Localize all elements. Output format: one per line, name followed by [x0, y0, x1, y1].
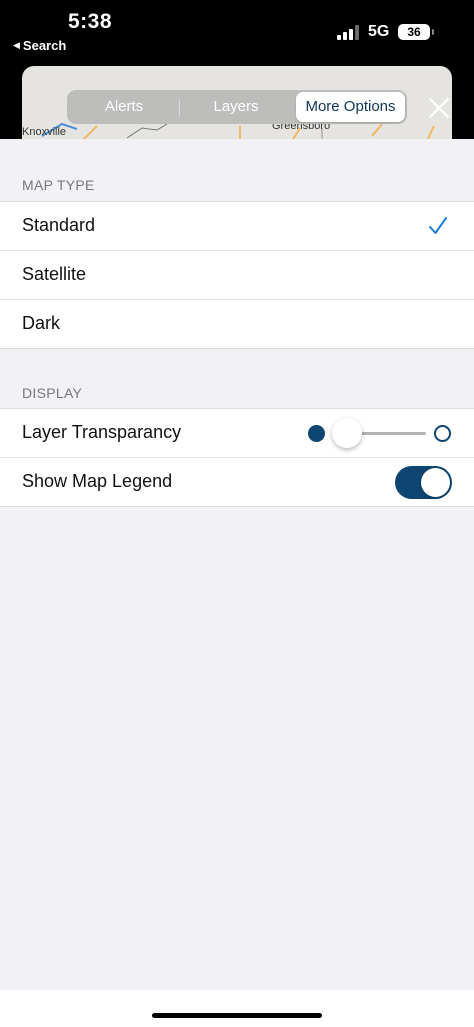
opaque-endpoint-icon [308, 425, 325, 442]
home-indicator-area [0, 990, 474, 1027]
battery-tip [432, 29, 434, 35]
map-type-label: Standard [22, 215, 96, 235]
layer-transparency-row: Layer Transparancy [0, 409, 474, 457]
home-indicator[interactable] [152, 1013, 322, 1018]
tab-layers[interactable]: Layers [181, 92, 291, 122]
map-type-dark[interactable]: Dark [0, 299, 474, 348]
back-triangle-icon: ◀ [13, 40, 20, 50]
cellular-signal-icon [337, 24, 361, 40]
options-sheet: MAP TYPE Standard Satellite Dark DISPLAY… [0, 139, 474, 1027]
options-segmented-control: Alerts Layers More Options [67, 90, 407, 124]
show-map-legend-toggle[interactable] [395, 466, 452, 499]
layer-transparency-slider[interactable] [306, 418, 456, 448]
layer-transparency-label: Layer Transparancy [22, 422, 182, 442]
section-header-display: DISPLAY [22, 385, 83, 401]
transparent-endpoint-icon [434, 425, 451, 442]
display-list: Layer Transparancy Show Map Legend [0, 408, 474, 507]
status-bar: 5:38 ◀ Search 5G 36 [0, 0, 474, 64]
show-map-legend-label: Show Map Legend [22, 471, 173, 491]
tab-more-options[interactable]: More Options [296, 92, 405, 122]
network-type: 5G [368, 23, 390, 40]
show-map-legend-row: Show Map Legend [0, 457, 474, 506]
status-time: 5:38 [68, 10, 113, 33]
close-icon[interactable] [427, 96, 451, 120]
back-label: Search [22, 38, 67, 53]
segment-divider [179, 99, 180, 117]
tab-alerts[interactable]: Alerts [69, 92, 179, 122]
map-type-satellite[interactable]: Satellite [0, 250, 474, 299]
map-type-label: Dark [22, 313, 61, 333]
toggle-knob [421, 468, 450, 497]
checkmark-icon [429, 217, 447, 234]
back-to-search-link[interactable]: ◀ Search [13, 38, 66, 53]
map-type-label: Satellite [22, 264, 87, 284]
map-label-knoxville: Knoxville [22, 126, 67, 138]
map-type-standard[interactable]: Standard [0, 202, 474, 250]
slider-thumb[interactable] [332, 418, 362, 448]
battery-icon: 36 [398, 24, 430, 40]
section-header-map-type: MAP TYPE [22, 177, 95, 193]
map-type-list: Standard Satellite Dark [0, 201, 474, 349]
